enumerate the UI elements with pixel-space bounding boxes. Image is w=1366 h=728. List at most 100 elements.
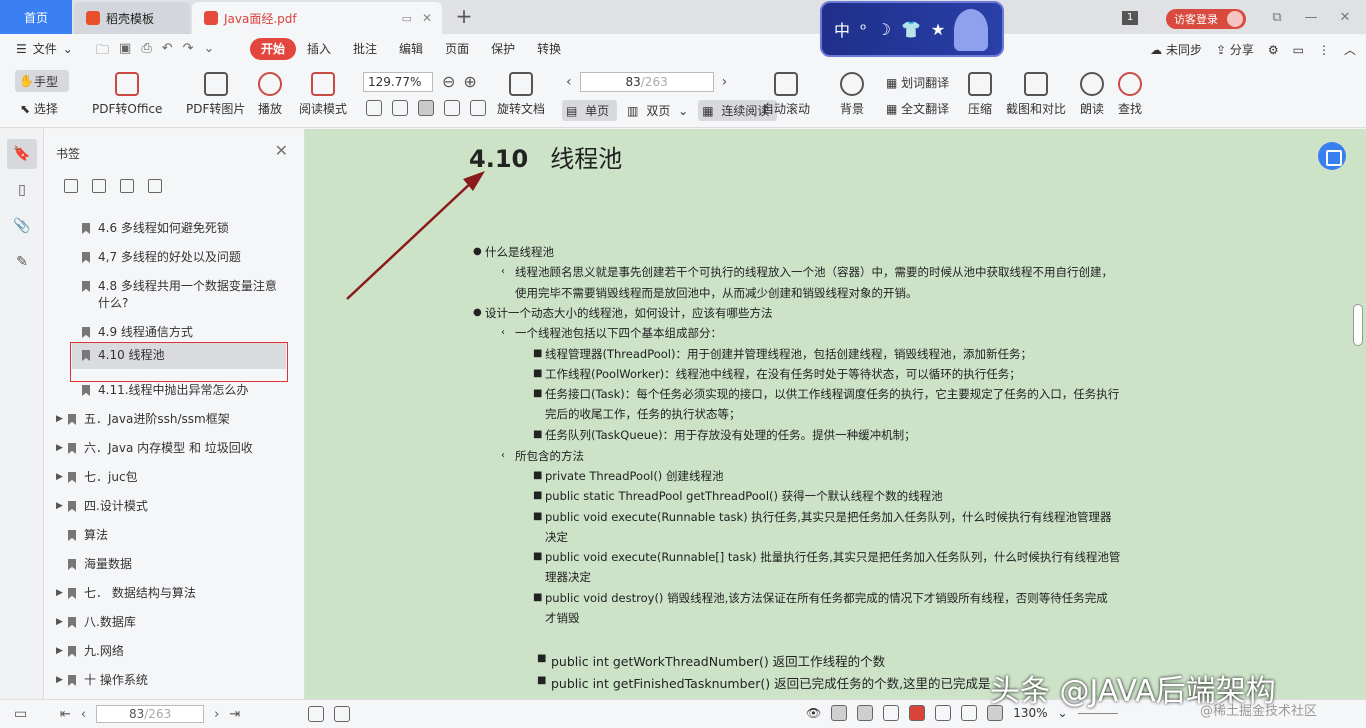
expand-arrow-icon[interactable]: ▶ [56, 585, 63, 602]
screenshot-compare-button[interactable]: 截图和对比 [1006, 72, 1066, 117]
menu-tab-protect[interactable]: 保护 [480, 38, 526, 60]
actual-size-icon[interactable] [935, 705, 952, 721]
tab-template[interactable]: 稻壳模板 [74, 2, 190, 34]
redo-icon[interactable]: ↷ [183, 41, 194, 63]
tab-document[interactable]: Java面经.pdf ▭ ✕ [192, 2, 442, 34]
fit-page-icon[interactable] [961, 705, 978, 721]
bookmark-item[interactable]: ▶ 七． 数据结构与算法 [56, 585, 288, 602]
zoom-slider[interactable] [1077, 712, 1118, 714]
fit-width-icon[interactable] [418, 100, 434, 116]
double-page-button[interactable]: ▥ 双页 ⌄ [623, 100, 692, 121]
close-window-icon[interactable]: ✕ [1328, 10, 1362, 25]
play-icon[interactable] [909, 705, 926, 721]
promo-banner[interactable]: 中 ᵒ ☽ 👕 ★ [820, 1, 1004, 57]
bookmark-item[interactable]: 4.8 多线程共用一个数据变量注意什么? [82, 278, 282, 312]
bookmark-item[interactable]: 算法 [68, 527, 288, 544]
first-page-icon[interactable]: ⇤ [60, 707, 71, 722]
tab-home[interactable]: 首页 [0, 0, 72, 34]
full-translate-button[interactable]: ▦ 全文翻译 [886, 100, 949, 117]
file-menu[interactable]: ☰ 文件 ⌄ [16, 40, 73, 57]
compress-button[interactable]: 压缩 [968, 72, 992, 117]
bookmark-item[interactable]: ▶ 九.网络 [56, 643, 288, 660]
close-tab-icon[interactable]: ✕ [422, 11, 432, 25]
menu-tab-edit[interactable]: 编辑 [388, 38, 434, 60]
menu-tab-start[interactable]: 开始 [250, 38, 297, 60]
guest-login-button[interactable]: 访客登录 [1166, 9, 1246, 29]
bookmark-item[interactable]: ▶ 七．juc包 [56, 469, 288, 486]
rotate-document-button[interactable]: 旋转文档 [497, 72, 545, 117]
read-aloud-button[interactable]: 朗读 [1080, 72, 1104, 117]
play-button[interactable]: 播放 [258, 72, 282, 117]
comment-icon[interactable]: ▭ [1293, 43, 1304, 57]
find-button[interactable]: 查找 [1118, 72, 1142, 117]
rotate-left-icon[interactable] [444, 100, 460, 116]
bookmark-item[interactable]: ▶ 五．Java进阶ssh/ssm框架 [56, 411, 288, 428]
background-button[interactable]: 背景 [840, 72, 864, 117]
bookmark-item[interactable]: ▶ 八.数据库 [56, 614, 288, 631]
float-window-icon[interactable]: ▭ [402, 12, 412, 25]
minimize-icon[interactable]: — [1294, 10, 1328, 25]
thumbnail-panel-icon[interactable]: ▯ [7, 175, 37, 205]
window-count-badge[interactable]: 1 [1122, 11, 1138, 25]
next-page-icon[interactable]: › [214, 707, 219, 722]
expand-arrow-icon[interactable]: ▶ [56, 469, 63, 486]
bookmark-item[interactable]: 4.6 多线程如何避免死锁 [82, 220, 302, 237]
pdf-to-image-button[interactable]: PDF转图片 [186, 72, 245, 117]
fit-page-icon[interactable] [392, 100, 408, 116]
prev-page-icon[interactable]: ‹ [566, 74, 572, 90]
pdf-to-office-button[interactable]: PDF转Office [92, 72, 162, 117]
new-tab-button[interactable]: + [452, 4, 476, 28]
bookmark-item[interactable]: ▶ 六．Java 内存模型 和 垃圾回收 [56, 440, 288, 457]
status-page-input[interactable]: 83/263 [96, 705, 205, 723]
add-bookmark-icon[interactable] [120, 179, 134, 193]
bookmark-item[interactable]: 4.11.线程中抛出异常怎么办 [82, 382, 302, 399]
single-page-button[interactable]: ▤ 单页 [562, 100, 618, 121]
restore-window-icon[interactable]: ⧉ [1260, 10, 1294, 25]
eye-protect-icon[interactable]: 👁 [806, 706, 821, 720]
print-icon[interactable]: ⎙ [141, 41, 151, 63]
floating-tool-button[interactable] [1318, 142, 1346, 170]
forward-view-icon[interactable] [334, 706, 350, 722]
select-tool-button[interactable]: ⬉ 选择 [20, 100, 58, 117]
prev-page-icon[interactable]: ‹ [81, 707, 86, 722]
more-chevron-icon[interactable]: ⌄ [204, 41, 215, 63]
expand-arrow-icon[interactable]: ▶ [56, 643, 63, 660]
bookmark-item[interactable]: 4.9 线程通信方式 [82, 324, 302, 341]
expand-arrow-icon[interactable]: ▶ [56, 614, 63, 631]
open-folder-icon[interactable]: 🗀 [96, 41, 109, 63]
close-icon[interactable]: ✕ [275, 141, 288, 160]
word-translate-button[interactable]: ▦ 划词翻译 [886, 74, 949, 91]
undo-icon[interactable]: ↶ [162, 41, 173, 63]
toggle-sidebar-icon[interactable]: ▭ [14, 706, 27, 722]
expand-arrow-icon[interactable]: ▶ [56, 411, 63, 428]
auto-scroll-button[interactable]: 自动滚动 [762, 72, 810, 117]
bookmark-item[interactable]: 海量数据 [68, 556, 288, 573]
settings-gear-icon[interactable]: ⚙ [1268, 43, 1279, 57]
next-page-icon[interactable]: › [722, 74, 728, 90]
collapse-all-icon[interactable] [92, 179, 106, 193]
page-number-input[interactable]: 83/263 [579, 72, 714, 92]
save-icon[interactable]: ▣ [119, 41, 131, 63]
expand-arrow-icon[interactable]: ▶ [56, 498, 63, 515]
read-mode-button[interactable]: 阅读模式 [299, 72, 347, 117]
expand-arrow-icon[interactable]: ▶ [56, 440, 63, 457]
zoom-select[interactable]: 129.77% [363, 72, 433, 92]
double-view-icon[interactable] [883, 705, 900, 721]
bookmark-panel-icon[interactable]: 🔖 [7, 139, 37, 169]
bookmark-item[interactable]: ▶ 十 操作系统 [56, 672, 288, 689]
expand-all-icon[interactable] [64, 179, 78, 193]
rotate-right-icon[interactable] [470, 100, 486, 116]
delete-bookmark-icon[interactable] [148, 179, 162, 193]
expand-arrow-icon[interactable]: ▶ [56, 672, 63, 689]
hand-tool-button[interactable]: ✋ 手型 [15, 70, 69, 92]
document-scrollbar-thumb[interactable] [1353, 304, 1363, 346]
menu-tab-annotate[interactable]: 批注 [342, 38, 388, 60]
single-view-icon[interactable] [857, 705, 874, 721]
bookmark-item[interactable]: 4,7 多线程的好处以及问题 [82, 249, 302, 266]
share-button[interactable]: ⇪ 分享 [1216, 41, 1254, 58]
menu-tab-insert[interactable]: 插入 [296, 38, 342, 60]
document-view[interactable]: 4.10 线程池 ● 什么是线程池 ‹ 线程池顾名思义就是事先创建若干个可执行的线… [305, 129, 1366, 699]
back-view-icon[interactable] [308, 706, 324, 722]
zoom-in-icon[interactable]: ⊕ [463, 72, 476, 91]
menu-tab-convert[interactable]: 转换 [526, 38, 572, 60]
